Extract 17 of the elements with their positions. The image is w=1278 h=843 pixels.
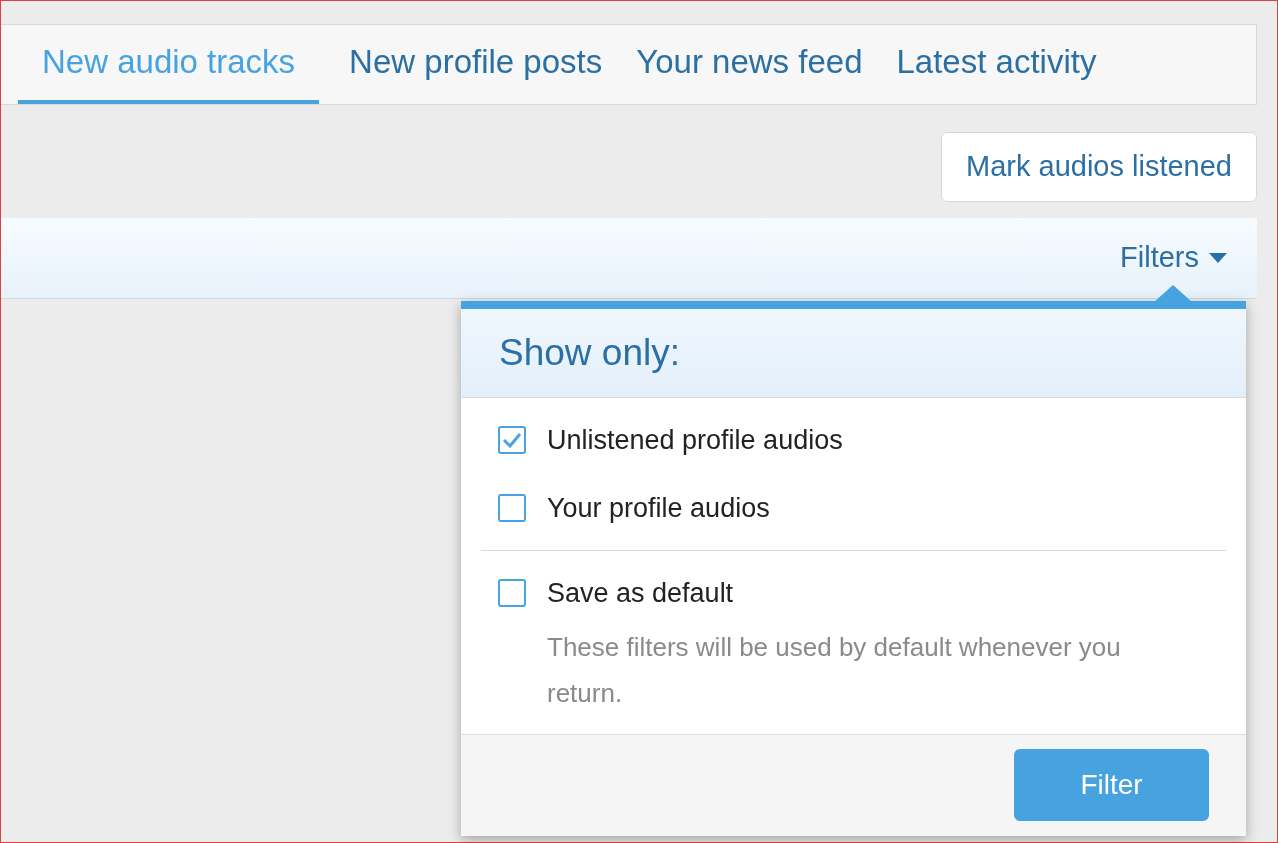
filters-button[interactable]: Filters: [1120, 236, 1227, 280]
caret-icon: [1209, 253, 1227, 263]
tab[interactable]: Your news feed: [632, 24, 867, 104]
tab[interactable]: New audio tracks: [18, 24, 320, 104]
check-icon: [502, 432, 522, 449]
tab[interactable]: New profile posts: [345, 24, 607, 104]
option-label: Your profile audios: [547, 491, 770, 525]
hint-text: These filters will be used by default whenever you return.: [547, 630, 1122, 710]
menu-title: Show only:: [499, 331, 680, 376]
checkbox[interactable]: [498, 426, 526, 455]
option-label: Unlistened profile audios: [547, 424, 843, 457]
tab[interactable]: Latest activity: [892, 24, 1101, 104]
checkbox[interactable]: [498, 493, 526, 522]
checkbox[interactable]: [498, 579, 526, 608]
mark-audios-listened-button[interactable]: Mark audios listened: [941, 132, 1257, 202]
option-label: Save as default: [547, 577, 734, 610]
filter-submit-button[interactable]: Filter: [1014, 749, 1209, 821]
